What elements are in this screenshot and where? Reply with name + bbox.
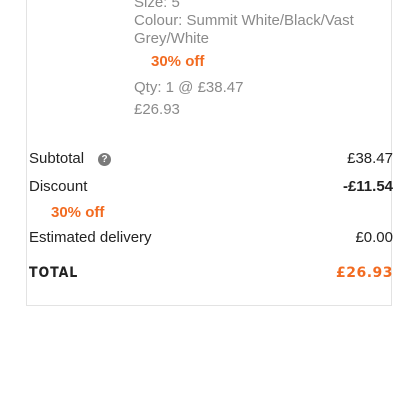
item-colour: Colour: Summit White/Black/Vast Grey/Whi… bbox=[134, 12, 354, 47]
total-row: TOTAL £26.93 bbox=[29, 261, 393, 285]
viewport: Size: 5 Colour: Summit White/Black/Vast … bbox=[0, 0, 420, 420]
delivery-value: £0.00 bbox=[355, 229, 393, 246]
price-summary: Subtotal? £38.47 Discount -£11.54 30% of… bbox=[29, 147, 393, 285]
delivery-label: Estimated delivery bbox=[29, 229, 152, 246]
delivery-row: Estimated delivery £0.00 bbox=[29, 226, 393, 250]
discount-value: -£11.54 bbox=[342, 178, 393, 195]
line-item-details: Size: 5 Colour: Summit White/Black/Vast … bbox=[134, 0, 384, 119]
item-price: £26.93 bbox=[134, 101, 180, 118]
help-icon[interactable]: ? bbox=[98, 153, 112, 166]
discount-tag: 30% off bbox=[51, 204, 105, 221]
item-quantity: Qty: 1 @ £38.47 bbox=[134, 79, 244, 96]
subtotal-value: £38.47 bbox=[347, 150, 393, 167]
subtotal-label-group: Subtotal? bbox=[29, 147, 112, 171]
subtotal-label: Subtotal bbox=[29, 150, 85, 167]
discount-label: Discount bbox=[29, 178, 88, 195]
total-value: £26.93 bbox=[335, 265, 393, 281]
discount-row: Discount -£11.54 bbox=[29, 175, 393, 199]
item-discount-badge: 30% off bbox=[151, 53, 205, 70]
item-size: Size: 5 bbox=[134, 0, 180, 11]
total-label: TOTAL bbox=[29, 265, 79, 281]
subtotal-row: Subtotal? £38.47 bbox=[29, 147, 393, 171]
